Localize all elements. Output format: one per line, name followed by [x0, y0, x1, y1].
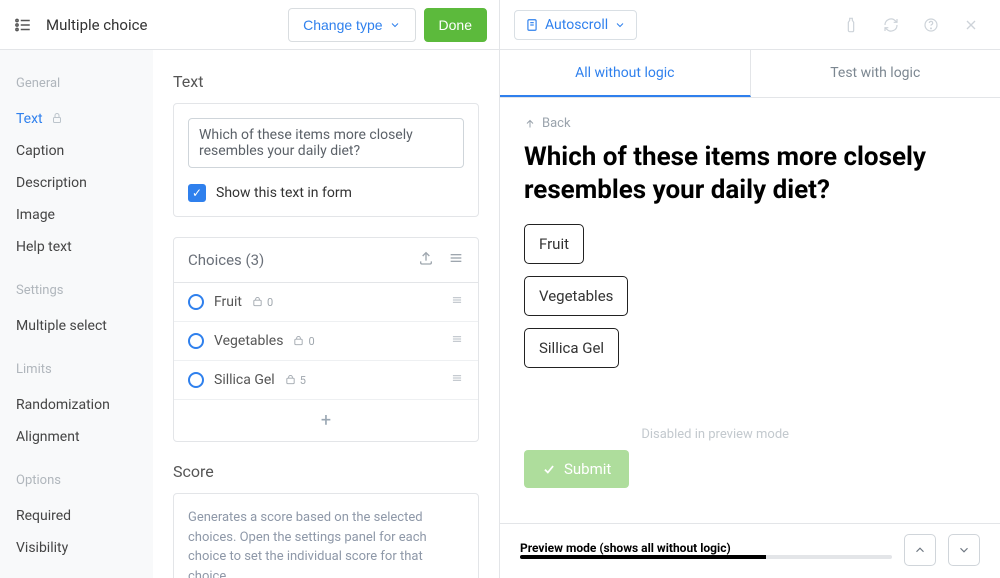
sidebar-item-helptext[interactable]: Help text: [16, 231, 137, 263]
progress-bar: [520, 555, 892, 559]
close-icon[interactable]: [956, 10, 986, 40]
choice-count: 0: [252, 296, 273, 309]
preview-options: Fruit Vegetables Sillica Gel: [524, 224, 976, 380]
preview-option[interactable]: Sillica Gel: [524, 328, 619, 368]
list-icon: [12, 14, 34, 36]
sidebar-item-label: Visibility: [16, 540, 68, 556]
choice-count: 0: [293, 335, 314, 348]
sidebar-item-required[interactable]: Required: [16, 500, 137, 532]
sidebar-item-visibility[interactable]: Visibility: [16, 532, 137, 564]
sidebar-item-image[interactable]: Image: [16, 199, 137, 231]
submit-label: Submit: [564, 460, 611, 478]
settings-sidebar: General Text Caption Description Image H…: [0, 50, 153, 578]
choice-label: Vegetables: [214, 333, 283, 349]
sidebar-item-label: Description: [16, 175, 87, 191]
sidebar-item-label: Randomization: [16, 397, 110, 413]
done-label: Done: [439, 17, 472, 33]
sidebar-item-text[interactable]: Text: [16, 103, 137, 135]
page-title: Multiple choice: [46, 16, 288, 34]
sidebar-group-options: Options: [16, 473, 137, 488]
drag-icon[interactable]: [450, 332, 464, 350]
text-panel: Show this text in form: [173, 103, 479, 217]
arrow-up-icon: [524, 118, 536, 130]
editor-header: Multiple choice Change type Done: [0, 0, 499, 50]
choices-title: Choices (3): [188, 251, 264, 269]
choice-label: Fruit: [214, 294, 242, 310]
sidebar-item-caption[interactable]: Caption: [16, 135, 137, 167]
choice-count: 5: [285, 374, 306, 387]
show-text-label: Show this text in form: [216, 185, 352, 201]
submit-button: Submit: [524, 450, 629, 488]
preview-option[interactable]: Fruit: [524, 224, 584, 264]
autoscroll-label: Autoscroll: [545, 17, 608, 33]
choice-row[interactable]: Sillica Gel 5: [174, 361, 478, 400]
preview-footer-label: Preview mode (shows all without logic): [520, 541, 892, 555]
back-button[interactable]: Back: [524, 116, 976, 131]
drag-icon[interactable]: [450, 371, 464, 389]
lock-icon: [51, 112, 63, 127]
preview-option[interactable]: Vegetables: [524, 276, 628, 316]
preview-question: Which of these items more closely resemb…: [524, 141, 976, 206]
change-type-label: Change type: [303, 17, 382, 33]
choices-panel: Choices (3) Fruit 0: [173, 237, 479, 442]
submit-note: Disabled in preview mode: [641, 427, 789, 442]
question-text-input[interactable]: [188, 118, 464, 168]
sidebar-item-multiple-select[interactable]: Multiple select: [16, 310, 137, 342]
choice-label: Sillica Gel: [214, 372, 275, 388]
preview-footer: Preview mode (shows all without logic): [500, 523, 1000, 578]
sidebar-group-settings: Settings: [16, 283, 137, 298]
choice-row[interactable]: Fruit 0: [174, 283, 478, 322]
tab-all-without-logic[interactable]: All without logic: [500, 50, 751, 97]
sidebar-item-label: Required: [16, 508, 71, 524]
sidebar-item-label: Text: [16, 111, 43, 127]
sidebar-group-limits: Limits: [16, 362, 137, 377]
done-button[interactable]: Done: [424, 8, 487, 42]
score-description: Generates a score based on the selected …: [188, 508, 464, 578]
refresh-icon[interactable]: [876, 10, 906, 40]
back-label: Back: [542, 116, 571, 131]
drag-icon[interactable]: [450, 293, 464, 311]
sidebar-item-randomization[interactable]: Randomization: [16, 389, 137, 421]
radio-icon: [188, 333, 204, 349]
next-button[interactable]: [948, 534, 980, 566]
score-panel: Generates a score based on the selected …: [173, 493, 479, 578]
sidebar-item-label: Caption: [16, 143, 64, 159]
help-icon[interactable]: [916, 10, 946, 40]
add-choice-button[interactable]: +: [174, 400, 478, 441]
chevron-down-icon: [614, 19, 626, 31]
sidebar-item-label: Image: [16, 207, 55, 223]
sidebar-item-alignment[interactable]: Alignment: [16, 421, 137, 453]
bottle-icon[interactable]: [836, 10, 866, 40]
change-type-button[interactable]: Change type: [288, 8, 415, 42]
autoscroll-button[interactable]: Autoscroll: [514, 10, 637, 40]
sidebar-item-label: Alignment: [16, 429, 80, 445]
choice-row[interactable]: Vegetables 0: [174, 322, 478, 361]
editor-column: Text Show this text in form Choices (3): [153, 50, 499, 578]
sidebar-group-general: General: [16, 76, 137, 91]
text-section-title: Text: [173, 72, 479, 91]
preview-header: Autoscroll: [500, 0, 1000, 50]
tab-test-with-logic[interactable]: Test with logic: [751, 50, 1000, 97]
show-text-checkbox[interactable]: [188, 184, 206, 202]
menu-icon[interactable]: [448, 250, 464, 270]
preview-body: Back Which of these items more closely r…: [500, 98, 1000, 523]
sidebar-item-label: Multiple select: [16, 318, 107, 334]
choices-header: Choices (3): [174, 238, 478, 283]
autoscroll-icon: [525, 18, 539, 32]
chevron-down-icon: [389, 19, 401, 31]
sidebar-item-description[interactable]: Description: [16, 167, 137, 199]
sidebar-item-label: Help text: [16, 239, 72, 255]
preview-tabs: All without logic Test with logic: [500, 50, 1000, 98]
score-section-title: Score: [173, 462, 479, 481]
check-icon: [542, 462, 556, 476]
prev-button[interactable]: [904, 534, 936, 566]
radio-icon: [188, 294, 204, 310]
radio-icon: [188, 372, 204, 388]
upload-icon[interactable]: [418, 250, 434, 270]
